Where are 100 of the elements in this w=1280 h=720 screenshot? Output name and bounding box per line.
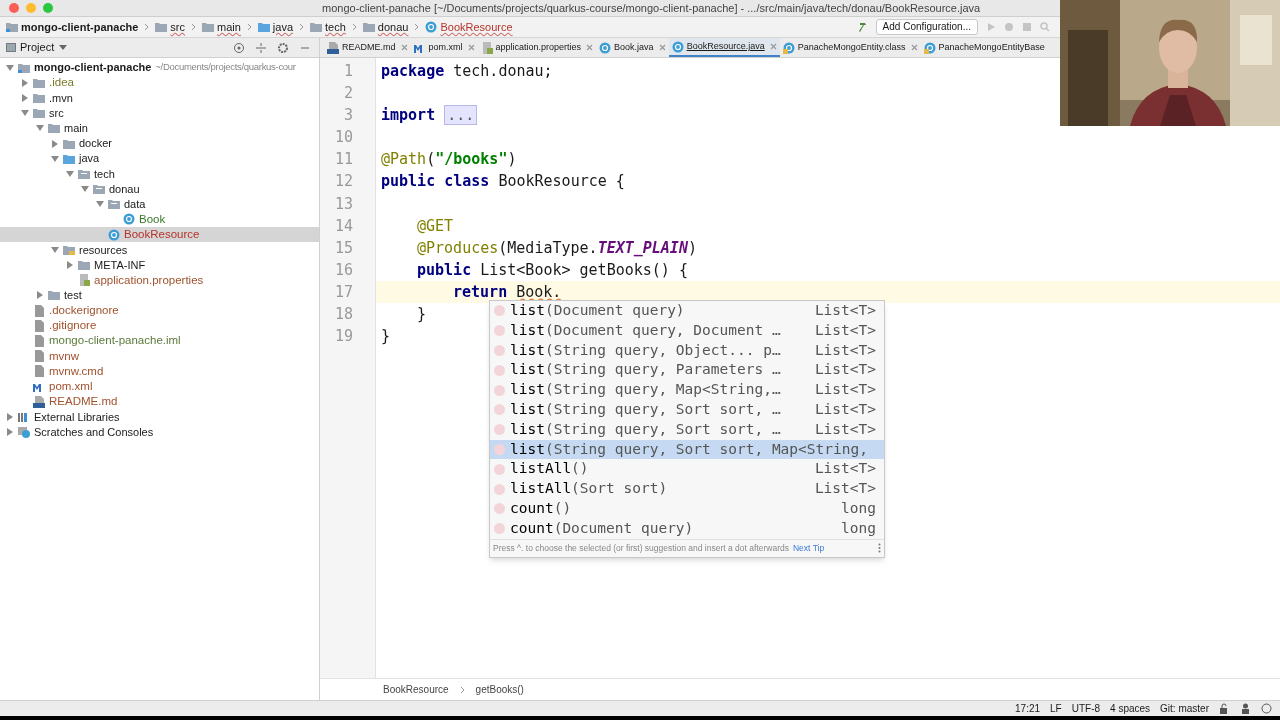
completion-item[interactable]: list(Document query, Document … List<T>	[490, 320, 884, 341]
collapse-arrow-icon[interactable]	[36, 291, 44, 300]
tree-item[interactable]: main	[64, 120, 88, 137]
collapse-icon[interactable]	[255, 41, 267, 54]
tree-item[interactable]: test	[64, 287, 82, 304]
add-configuration-button[interactable]: Add Configuration...	[875, 19, 978, 35]
breadcrumb-item[interactable]: getBooks()	[475, 682, 524, 697]
tree-row[interactable]: README.md	[0, 394, 319, 410]
collapse-arrow-icon[interactable]	[6, 412, 14, 421]
tree-row[interactable]: .dockerignore	[0, 303, 319, 319]
close-icon[interactable]	[467, 44, 475, 51]
breadcrumb-item[interactable]: BookResource	[383, 682, 449, 697]
completion-item[interactable]: list(String query, Map<String,… List<T>	[490, 380, 884, 400]
tree-item[interactable]: tech	[94, 165, 115, 183]
breadcrumb-item[interactable]: java	[272, 18, 294, 36]
close-icon[interactable]	[658, 44, 666, 51]
status-item[interactable]: LF	[1050, 701, 1062, 716]
editor-tab[interactable]: README.md	[324, 38, 411, 57]
close-icon[interactable]	[910, 44, 918, 51]
editor-tab[interactable]: BookResource.java	[668, 38, 780, 57]
close-icon[interactable]	[586, 44, 594, 51]
close-window-button[interactable]	[9, 3, 19, 13]
tree-item[interactable]: External Libraries	[34, 408, 120, 426]
tree-row[interactable]: BookResource	[0, 227, 319, 243]
more-icon[interactable]	[878, 543, 881, 554]
breadcrumb-item[interactable]: main	[217, 18, 241, 36]
status-item[interactable]: 17:21	[1015, 701, 1041, 716]
collapse-arrow-icon[interactable]	[21, 93, 29, 102]
tree-row[interactable]: Book	[0, 211, 319, 228]
editor-tab[interactable]: application.properties	[477, 38, 597, 57]
tree-item[interactable]: .idea	[49, 74, 74, 92]
tree-item[interactable]: Scratches and Consoles	[34, 423, 154, 441]
tree-item[interactable]: .mvn	[49, 89, 73, 107]
expand-arrow-icon[interactable]	[6, 63, 14, 72]
notifications-icon[interactable]	[1261, 703, 1272, 714]
completion-item[interactable]: listAll(Sort sort) List<T>	[490, 479, 884, 499]
close-icon[interactable]	[400, 44, 408, 51]
close-icon[interactable]	[769, 43, 777, 50]
completion-item[interactable]: list(String query, Parameters … List<T>	[490, 360, 884, 381]
tree-item[interactable]: src	[49, 104, 64, 122]
completion-item[interactable]: list(Document query) List<T>	[490, 301, 884, 321]
expand-arrow-icon[interactable]	[36, 124, 44, 133]
expand-arrow-icon[interactable]	[66, 169, 74, 178]
tree-item[interactable]: META-INF	[94, 256, 146, 274]
collapse-arrow-icon[interactable]	[66, 261, 74, 270]
tree-item[interactable]: java	[79, 150, 100, 167]
class-icon[interactable]	[425, 21, 438, 33]
folder-icon[interactable]	[6, 21, 18, 33]
project-dropdown[interactable]: Project	[20, 39, 55, 56]
expand-arrow-icon[interactable]	[96, 200, 104, 209]
inspector-icon[interactable]	[1240, 703, 1251, 714]
folder-icon[interactable]	[155, 21, 168, 33]
folder-icon[interactable]	[257, 21, 270, 33]
tree-row[interactable]: mvnw.cmd	[0, 363, 319, 379]
completion-item[interactable]: list(String query, Sort sort, … List<T>	[490, 400, 884, 420]
completion-item[interactable]: list(String query, Sort sort, … List<T>	[490, 419, 884, 440]
completion-item[interactable]: count() long	[490, 498, 884, 519]
status-item[interactable]: Git: master	[1160, 701, 1209, 716]
completion-item[interactable]: list(String query, Object... p… List<T>	[490, 340, 884, 361]
next-tip-link[interactable]: Next Tip	[792, 541, 825, 555]
editor-tab[interactable]: pom.xml	[410, 38, 478, 57]
editor-tab[interactable]: Book.java	[596, 38, 669, 57]
editor-tab[interactable]: PanacheMongoEntityBase	[920, 38, 1048, 57]
settings-icon[interactable]	[277, 41, 289, 54]
tree-item[interactable]: mongo-client-panache	[34, 59, 152, 76]
tree-item[interactable]: docker	[79, 135, 113, 152]
breadcrumb-item[interactable]: BookResource	[440, 18, 513, 36]
lock-icon[interactable]	[1219, 703, 1230, 714]
status-item[interactable]: UTF-8	[1071, 701, 1101, 716]
collapse-arrow-icon[interactable]	[21, 78, 29, 87]
zoom-window-button[interactable]	[43, 3, 53, 13]
tree-item[interactable]: donau	[109, 180, 140, 198]
caret-icon[interactable]	[59, 44, 68, 51]
completion-item[interactable]: count(Document query) long	[490, 518, 884, 539]
breadcrumb-item[interactable]: mongo-client-panache	[21, 18, 139, 36]
collapse-arrow-icon[interactable]	[51, 139, 59, 148]
tree-row[interactable]: pom.xml	[0, 378, 319, 395]
folder-icon[interactable]	[362, 21, 375, 33]
expand-arrow-icon[interactable]	[21, 109, 29, 118]
folder-icon[interactable]	[202, 21, 214, 33]
breadcrumb-item[interactable]: src	[170, 18, 185, 36]
tree-item[interactable]: data	[124, 196, 146, 213]
expand-arrow-icon[interactable]	[51, 245, 59, 254]
expand-arrow-icon[interactable]	[51, 154, 59, 163]
breadcrumb-item[interactable]: donau	[377, 18, 409, 36]
collapse-arrow-icon[interactable]	[6, 428, 14, 437]
tree-row[interactable]: mongo-client-panache.iml	[0, 333, 319, 349]
folded-code[interactable]: ...	[444, 105, 478, 126]
breadcrumb-item[interactable]: tech	[325, 18, 346, 36]
tree-item[interactable]: resources	[79, 241, 128, 259]
folder-icon[interactable]	[310, 21, 323, 33]
tree-row[interactable]: mvnw	[0, 348, 319, 364]
completion-item[interactable]: listAll() List<T>	[490, 459, 884, 480]
tree-row[interactable]: application.properties	[0, 272, 319, 288]
expand-arrow-icon[interactable]	[81, 185, 89, 194]
target-icon[interactable]	[233, 41, 245, 54]
editor-tab[interactable]: PanacheMongoEntity.class	[779, 38, 921, 57]
tree-row[interactable]: .gitignore	[0, 318, 319, 334]
status-item[interactable]: 4 spaces	[1110, 701, 1151, 716]
completion-item[interactable]: list(String query, Sort sort, Map<String,	[490, 439, 884, 460]
